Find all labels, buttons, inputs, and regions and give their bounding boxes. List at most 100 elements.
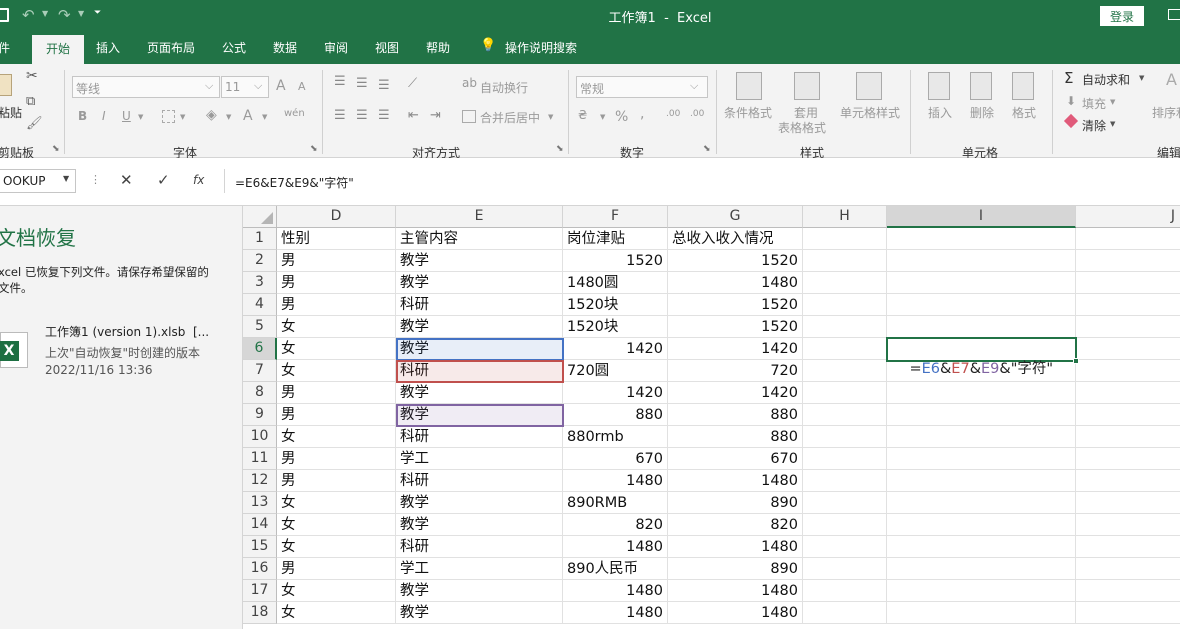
column-header-f[interactable]: F	[563, 206, 668, 228]
cell[interactable]	[1076, 448, 1180, 470]
cell[interactable]	[1076, 360, 1180, 382]
cell[interactable]: 男	[277, 448, 396, 470]
currency-icon[interactable]: ₴	[578, 108, 587, 122]
redo-dropdown-icon[interactable]: ▼	[78, 9, 84, 18]
cell[interactable]: 1520	[668, 294, 803, 316]
cell[interactable]	[803, 492, 887, 514]
recovered-file-name[interactable]: 工作簿1 (version 1).xlsb [...	[45, 323, 209, 340]
cell[interactable]	[803, 580, 887, 602]
undo-dropdown-icon[interactable]: ▼	[42, 9, 48, 18]
cell[interactable]	[887, 448, 1076, 470]
fill-icon[interactable]: ⬇	[1066, 94, 1076, 108]
undo-icon[interactable]: ↶	[22, 6, 35, 24]
cell[interactable]: 教学	[396, 250, 563, 272]
cell[interactable]: 科研	[396, 426, 563, 448]
cell[interactable]	[1076, 338, 1180, 360]
cell[interactable]	[1076, 316, 1180, 338]
font-name-dropdown-icon[interactable]: ⌵	[205, 79, 213, 93]
orientation-icon[interactable]: ⟋	[408, 76, 417, 91]
cell[interactable]: 820	[668, 514, 803, 536]
cell[interactable]: 880	[668, 404, 803, 426]
cell[interactable]: 1480	[563, 602, 668, 624]
column-header-e[interactable]: E	[396, 206, 563, 228]
cell[interactable]: 890	[668, 558, 803, 580]
cell[interactable]: 1520块	[563, 294, 668, 316]
cell[interactable]	[1076, 492, 1180, 514]
cell[interactable]: 学工	[396, 448, 563, 470]
tell-me-search[interactable]: 操作说明搜索	[505, 39, 577, 56]
cell[interactable]	[1076, 404, 1180, 426]
cell[interactable]	[1076, 558, 1180, 580]
cell[interactable]	[803, 338, 887, 360]
cell[interactable]	[887, 602, 1076, 624]
column-header-g[interactable]: G	[668, 206, 803, 228]
paste-icon[interactable]	[0, 74, 12, 96]
cell[interactable]: 1480	[668, 470, 803, 492]
phonetic-button[interactable]: wén	[284, 108, 305, 119]
tab-view[interactable]: 视图	[375, 39, 399, 56]
row-header[interactable]: 11	[243, 448, 277, 470]
insert-function-icon[interactable]: fx	[193, 173, 204, 187]
cell[interactable]	[803, 536, 887, 558]
cell[interactable]: 科研	[396, 294, 563, 316]
number-launcher-icon[interactable]: ⬊	[703, 144, 711, 154]
fill-dropdown-icon[interactable]: ▼	[226, 113, 231, 121]
cell[interactable]	[887, 272, 1076, 294]
font-color-dropdown-icon[interactable]: ▼	[262, 113, 267, 121]
cell[interactable]	[803, 272, 887, 294]
cell[interactable]	[1076, 470, 1180, 492]
tab-file[interactable]: 件	[0, 39, 10, 56]
row-header[interactable]: 18	[243, 602, 277, 624]
cell[interactable]: 女	[277, 492, 396, 514]
tab-data[interactable]: 数据	[273, 39, 297, 56]
cell[interactable]	[887, 470, 1076, 492]
merge-dropdown-icon[interactable]: ▼	[548, 113, 553, 121]
cell[interactable]	[887, 404, 1076, 426]
tab-review[interactable]: 审阅	[324, 39, 348, 56]
autosum-dropdown-icon[interactable]: ▼	[1139, 74, 1144, 82]
cell[interactable]: 男	[277, 294, 396, 316]
cell[interactable]: 女	[277, 338, 396, 360]
tab-home[interactable]: 开始	[32, 35, 84, 64]
cell[interactable]: 890	[668, 492, 803, 514]
login-button[interactable]: 登录	[1100, 6, 1144, 26]
align-bottom-icon[interactable]: ☰	[378, 78, 390, 93]
cell[interactable]: 男	[277, 382, 396, 404]
format-painter-icon[interactable]: 🖌	[26, 116, 43, 131]
column-header-i[interactable]: I	[887, 206, 1076, 228]
cell[interactable]: 科研	[396, 536, 563, 558]
tab-page-layout[interactable]: 页面布局	[147, 39, 195, 56]
cell[interactable]	[803, 426, 887, 448]
font-launcher-icon[interactable]: ⬊	[310, 144, 318, 154]
format-cells-icon[interactable]	[1012, 72, 1034, 100]
cell[interactable]	[887, 514, 1076, 536]
cell[interactable]	[1076, 294, 1180, 316]
cell[interactable]: 1480	[668, 602, 803, 624]
row-header[interactable]: 10	[243, 426, 277, 448]
row-header[interactable]: 8	[243, 382, 277, 404]
fill-button[interactable]: 填充	[1082, 95, 1106, 112]
row-header[interactable]: 3	[243, 272, 277, 294]
font-size-dropdown-icon[interactable]: ⌵	[254, 79, 262, 93]
cell[interactable]: 女	[277, 580, 396, 602]
cell[interactable]	[803, 294, 887, 316]
insert-cells-icon[interactable]	[928, 72, 950, 100]
cell[interactable]: 岗位津贴	[563, 228, 668, 250]
cell[interactable]	[887, 580, 1076, 602]
increase-indent-icon[interactable]: ⇥	[430, 108, 441, 123]
clear-button[interactable]: 清除	[1082, 117, 1106, 134]
cell[interactable]: 1520块	[563, 316, 668, 338]
row-header[interactable]: 4	[243, 294, 277, 316]
cell[interactable]: 880	[563, 404, 668, 426]
cell[interactable]: 男	[277, 558, 396, 580]
cell[interactable]	[1076, 250, 1180, 272]
insert-cells-button[interactable]: 插入	[928, 104, 952, 121]
cell[interactable]: 教学	[396, 602, 563, 624]
cell[interactable]	[803, 602, 887, 624]
cell[interactable]: 科研	[396, 470, 563, 492]
cell[interactable]: 1420	[668, 382, 803, 404]
cell[interactable]: 1420	[668, 338, 803, 360]
row-header[interactable]: 12	[243, 470, 277, 492]
column-header-d[interactable]: D	[277, 206, 396, 228]
cell[interactable]	[803, 382, 887, 404]
